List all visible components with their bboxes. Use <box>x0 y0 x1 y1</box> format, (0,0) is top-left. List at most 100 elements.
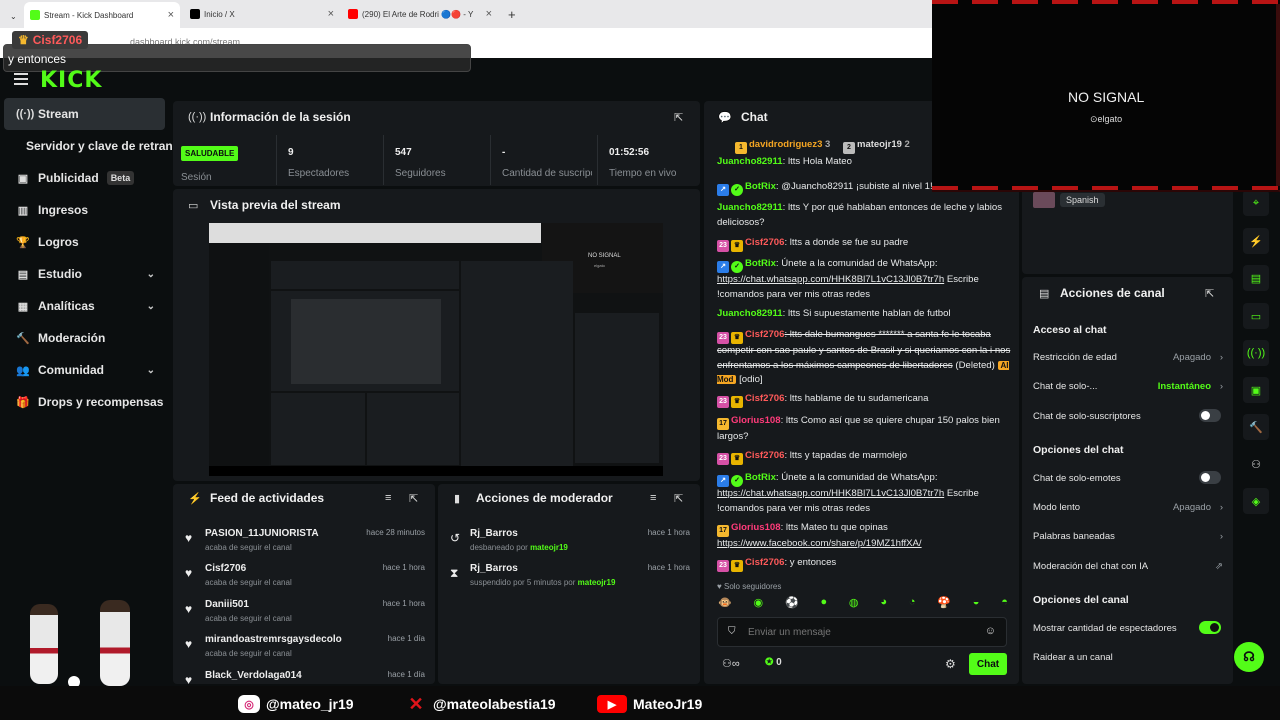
popout-icon[interactable]: ⇱ <box>674 492 683 505</box>
chat-username[interactable]: Glorius108 <box>731 415 781 426</box>
chat-username[interactable]: Juancho82911 <box>717 202 783 213</box>
slow-mode-row[interactable]: Modo lento Apagado › <box>1033 502 1223 513</box>
popout-icon[interactable]: ⇱ <box>1205 287 1214 300</box>
new-tab-button[interactable]: + <box>502 4 522 24</box>
send-chat-button[interactable]: Chat <box>969 653 1007 675</box>
chat-username[interactable]: Cisf2706 <box>745 237 784 248</box>
subscribers-only-toggle[interactable] <box>1199 409 1221 422</box>
chat-message: 17 Glorius108: ltts Como así que se quier… <box>717 415 1000 442</box>
filter-icon[interactable]: ≡ <box>650 492 656 504</box>
chat-username[interactable]: BotRix <box>745 181 776 192</box>
help-button[interactable]: ☊ <box>1234 642 1264 672</box>
raid-channel-row[interactable]: Raidear a un canal <box>1033 652 1223 663</box>
emote-icon[interactable]: ◍ <box>849 596 859 612</box>
emote-icon[interactable]: ◔ <box>909 596 916 612</box>
close-icon[interactable]: × <box>486 8 492 20</box>
menu-icon[interactable] <box>14 73 28 88</box>
tab-list-button[interactable]: ⌄ <box>4 6 23 26</box>
followers-only-row[interactable]: Chat de solo-... Instantáneo › <box>1033 381 1223 392</box>
emote-icon[interactable]: ● <box>820 596 827 612</box>
sidebar-item-achievements[interactable]: 🏆 Logros <box>4 226 165 258</box>
bolt-icon[interactable]: ⚡ <box>1243 228 1269 254</box>
broadcast-icon[interactable]: ((·)) <box>1243 340 1269 366</box>
chat-message-input[interactable] <box>748 624 968 640</box>
filter-icon[interactable]: ≡ <box>385 492 391 504</box>
stream-preview-video[interactable]: NO SIGNAL elgato <box>209 223 663 476</box>
age-restriction-row[interactable]: Restricción de edad Apagado › <box>1033 352 1223 363</box>
document-icon[interactable]: ▤ <box>1243 265 1269 291</box>
chat-username[interactable]: Glorius108 <box>731 522 781 533</box>
preview-chat <box>461 261 573 466</box>
emote-icon[interactable]: ◉ <box>754 596 764 612</box>
gift-icon[interactable]: ◈ <box>1243 488 1269 514</box>
sidebar-item-revenue[interactable]: ▥ Ingresos <box>4 194 165 226</box>
popout-icon[interactable]: ⇱ <box>674 111 683 124</box>
sidebar-item-studio[interactable]: ▤ Estudio ⌄ <box>4 258 165 290</box>
close-icon[interactable]: × <box>168 9 174 21</box>
emote-icon[interactable]: 🍄 <box>937 596 951 612</box>
sidebar-item-ads[interactable]: ▣ Publicidad Beta <box>4 162 165 194</box>
banned-words-row[interactable]: Palabras baneadas › <box>1033 531 1223 542</box>
chat-message: ↗ ✓ BotRix: Únete a la comunidad de WhatsA… <box>717 472 979 514</box>
tab-title: Inicio / X <box>204 9 235 19</box>
kick-logo[interactable]: KICK <box>40 68 102 93</box>
shield-icon[interactable]: ▣ <box>1243 377 1269 403</box>
close-icon[interactable]: × <box>328 8 334 20</box>
chat-link[interactable]: https://chat.whatsapp.com/HHK8Bl7L1vC13J… <box>717 274 944 285</box>
list-item: ↺ Rj_Barros desbaneado por mateojr19 hac… <box>448 528 698 562</box>
moderator-name[interactable]: mateojr19 <box>578 578 616 587</box>
sidebar-item-label: Moderación <box>38 331 106 345</box>
emote-icon[interactable]: ◕ <box>880 596 887 612</box>
ai-moderation-row[interactable]: Moderación del chat con IA ⇗ <box>1033 561 1223 572</box>
sidebar-item-community[interactable]: 👥 Comunidad ⌄ <box>4 354 165 386</box>
emote-icon[interactable]: ◓ <box>1001 596 1008 612</box>
chat-bubble-icon[interactable]: ▭ <box>1243 303 1269 329</box>
top-user-2[interactable]: 2 mateojr19 2 <box>843 139 910 154</box>
emote-icon[interactable]: ◒ <box>973 596 980 612</box>
chat-link[interactable]: https://chat.whatsapp.com/HHK8Bl7L1vC13J… <box>717 488 944 499</box>
chat-input-box[interactable]: ⛉ ☺ <box>717 617 1007 647</box>
chat-username[interactable]: Cisf2706 <box>745 450 784 461</box>
sidebar-item-stream[interactable]: ((·)) Stream <box>4 98 165 130</box>
feed-user[interactable]: PASION_11JUNIORISTA <box>205 528 319 539</box>
browser-tab-x[interactable]: Inicio / X × <box>184 4 340 24</box>
feed-user[interactable]: mirandoastremrsgaysdecolo <box>205 634 342 645</box>
top-user-1[interactable]: 1 davidrodriguez3 3 <box>735 139 830 154</box>
chat-username[interactable]: Juancho82911 <box>717 308 783 319</box>
preview-bottom-bar <box>209 466 663 476</box>
gear-icon[interactable]: ⚙ <box>945 657 956 671</box>
chat-username[interactable]: Juancho82911 <box>717 156 783 167</box>
feed-user[interactable]: Cisf2706 <box>205 563 246 574</box>
sidebar-item-drops[interactable]: 🎁 Drops y recompensas <box>4 386 165 418</box>
chat-username[interactable]: Cisf2706 <box>745 329 784 340</box>
moderator-name[interactable]: mateojr19 <box>530 543 568 552</box>
chat-username[interactable]: Cisf2706 <box>745 557 784 568</box>
sidebar-item-moderation[interactable]: 🔨 Moderación <box>4 322 165 354</box>
heart-icon: ♥ <box>717 582 722 591</box>
emoji-icon[interactable]: ☺ <box>985 625 996 637</box>
subscribers-only-row: Chat de solo-suscriptores <box>1033 409 1223 422</box>
target-icon[interactable]: ⌖ <box>1243 190 1269 216</box>
hammer-icon[interactable]: 🔨 <box>1243 414 1269 440</box>
browser-tab-kick[interactable]: Stream - Kick Dashboard × <box>24 2 180 28</box>
show-viewer-count-toggle[interactable] <box>1199 621 1221 634</box>
community-icon[interactable]: ⚇ <box>1243 451 1269 477</box>
trophy-icon: 🏆 <box>16 236 30 249</box>
emote-icon[interactable]: 🐵 <box>718 596 732 612</box>
emote-icon[interactable]: ⚽ <box>785 596 799 612</box>
popout-icon[interactable]: ⇱ <box>409 492 418 505</box>
mod-target-user[interactable]: Rj_Barros <box>470 563 518 574</box>
feed-user[interactable]: Black_Verdolaga014 <box>205 670 302 681</box>
chat-username[interactable]: Cisf2706 <box>745 393 784 404</box>
channel-points[interactable]: ✪ 0 <box>765 657 782 668</box>
chat-username[interactable]: BotRix <box>745 258 776 269</box>
chat-username[interactable]: BotRix <box>745 472 776 483</box>
sidebar-item-server-key[interactable]: Servidor y clave de retransmisión <box>4 130 172 162</box>
sidebar-item-analytics[interactable]: ▦ Analíticas ⌄ <box>4 290 165 322</box>
mod-target-user[interactable]: Rj_Barros <box>470 528 518 539</box>
feed-user[interactable]: Daniii501 <box>205 599 249 610</box>
community-goal-icon[interactable]: ⚇∞ <box>722 657 740 670</box>
emotes-only-toggle[interactable] <box>1199 471 1221 484</box>
browser-tab-youtube[interactable]: (290) El Arte de Rodri 🔵🔴 - Y × <box>342 4 498 24</box>
chat-link[interactable]: https://www.facebook.com/share/p/19MZ1hf… <box>717 538 922 549</box>
